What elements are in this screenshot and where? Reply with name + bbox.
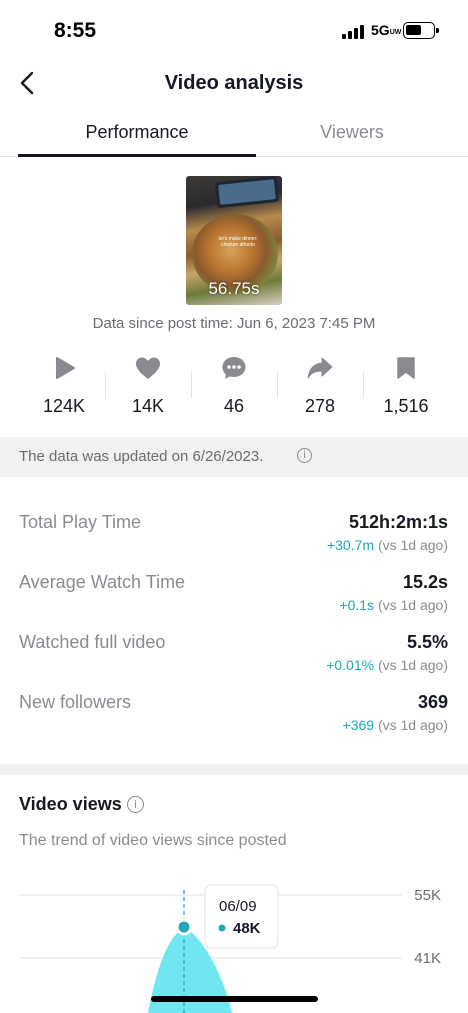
metric-label: New followers: [19, 692, 132, 712]
stat-saves: 1,516: [363, 350, 449, 417]
tab-viewers[interactable]: Viewers: [256, 122, 448, 143]
tab-performance[interactable]: Performance: [18, 122, 256, 143]
comment-icon: [222, 357, 246, 379]
highlight-point: [175, 918, 193, 936]
stat-views-value: 124K: [42, 396, 86, 416]
tooltip-date: 06/09: [219, 898, 257, 915]
metric-label: Average Watch Time: [19, 572, 186, 592]
info-icon[interactable]: i: [297, 448, 312, 463]
home-indicator[interactable]: [151, 996, 318, 1002]
stat-likes: 14K: [105, 350, 191, 417]
update-notice-text: The data was updated on 6/26/2023.: [19, 448, 264, 465]
cellular-signal-icon: [342, 25, 366, 39]
share-icon: [307, 357, 333, 379]
tab-bar: Performance Viewers: [0, 110, 468, 157]
stat-shares: 278: [277, 350, 363, 417]
metric-delta: +0.01% (vs 1d ago): [326, 657, 448, 673]
metric-value: 512h:2m:1s: [348, 512, 448, 532]
metric-label: Watched full video: [19, 632, 166, 652]
metric-delta: +369 (vs 1d ago): [342, 717, 448, 733]
metric-delta: +30.7m (vs 1d ago): [326, 537, 448, 553]
metric-value: 5.5%: [406, 632, 448, 652]
video-views-subtitle: The trend of video views since posted: [19, 832, 287, 849]
y-tick-label: 41K: [414, 950, 441, 967]
metric-total-play-time: Total Play Time 512h:2m:1s +30.7m (vs 1d…: [0, 512, 468, 572]
update-notice-banner: The data was updated on 6/26/2023. i: [0, 437, 468, 477]
video-views-chart[interactable]: 55K 41K 06/09 48K: [0, 870, 468, 1013]
stat-shares-value: 278: [304, 396, 336, 416]
section-divider: [0, 764, 468, 775]
stat-comments: 46: [191, 350, 277, 417]
active-tab-indicator: [18, 154, 256, 157]
metric-value: 15.2s: [402, 572, 448, 592]
thumbnail-caption: let's make dinner: chicken alfredo: [218, 236, 258, 248]
engagement-stats: 124K 14K 46 278 1,516: [0, 350, 468, 430]
bookmark-icon: [397, 357, 415, 379]
y-tick-label: 55K: [414, 887, 441, 904]
metric-label: Total Play Time: [19, 512, 142, 532]
chart-tooltip: 06/09 48K: [204, 884, 279, 949]
metric-value: 369: [417, 692, 448, 712]
status-bar: 8:55 5GUW: [0, 0, 468, 60]
video-thumbnail[interactable]: let's make dinner: chicken alfredo 56.75…: [186, 176, 282, 305]
tooltip-value: 48K: [233, 920, 261, 937]
heart-icon: [136, 357, 160, 379]
status-time: 8:55: [54, 19, 97, 42]
video-views-title: Video views: [19, 794, 122, 814]
stat-saves-value: 1,516: [383, 396, 429, 416]
page-title: Video analysis: [164, 72, 304, 94]
tooltip-dot: [218, 924, 226, 932]
metric-average-watch-time: Average Watch Time 15.2s +0.1s (vs 1d ag…: [0, 572, 468, 632]
video-duration: 56.75s: [208, 279, 260, 298]
metric-new-followers: New followers 369 +369 (vs 1d ago): [0, 692, 468, 752]
thumbnail-tablet: [214, 176, 280, 209]
stat-likes-value: 14K: [131, 396, 165, 416]
nav-header: Video analysis: [0, 60, 468, 108]
data-since-text: Data since post time: Jun 6, 2023 7:45 P…: [92, 315, 376, 332]
stat-views: 124K: [21, 350, 107, 417]
info-icon[interactable]: i: [127, 796, 144, 813]
metric-delta: +0.1s (vs 1d ago): [339, 597, 448, 613]
play-icon: [56, 357, 75, 379]
network-label: 5GUW: [371, 22, 402, 38]
battery-icon: [403, 22, 439, 39]
metric-watched-full-video: Watched full video 5.5% +0.01% (vs 1d ag…: [0, 632, 468, 692]
stat-comments-value: 46: [223, 396, 245, 416]
